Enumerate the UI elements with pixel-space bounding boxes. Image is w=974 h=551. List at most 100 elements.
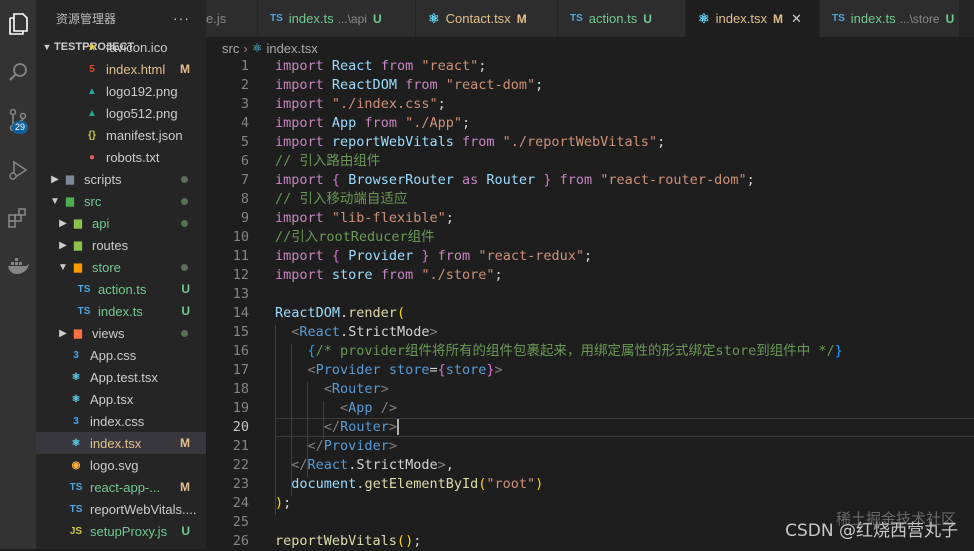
code-line[interactable]: 3 import "./index.css";	[206, 95, 974, 114]
file-item[interactable]: 5 index.html M	[36, 58, 206, 80]
code-line[interactable]: 8 // 引入移动端自适应	[206, 190, 974, 209]
typescript-icon: TS	[77, 283, 91, 295]
file-tree: ★ favicon.ico 5 index.html M ▲ logo192.png ▲ log…	[36, 40, 206, 542]
line-number: 6	[240, 153, 249, 169]
explorer-title: 资源管理器	[56, 11, 117, 26]
file-item[interactable]: JS setupProxy.js U	[36, 520, 206, 542]
chevron-right-icon[interactable]: ▶	[56, 218, 70, 229]
react-icon: ⚛	[251, 41, 263, 55]
code-line[interactable]: 20 </Router>	[206, 418, 974, 437]
tree-item-label: robots.txt	[106, 149, 160, 165]
tree-item-label: App.tsx	[90, 391, 134, 407]
code-line[interactable]: 17 <Provider store={store}>	[206, 361, 974, 380]
source-control-icon[interactable]	[0, 100, 36, 140]
code-line[interactable]: 19 <App />	[206, 399, 974, 418]
editor-tab[interactable]: ⚛ index.tsx M ✕	[686, 0, 820, 37]
tree-item-label: logo.svg	[90, 457, 139, 473]
breadcrumb-file[interactable]: index.tsx	[266, 41, 317, 56]
file-item[interactable]: 3 index.css	[36, 410, 206, 432]
code-text: <App />	[340, 400, 397, 416]
file-item[interactable]: ⚛ App.test.tsx	[36, 366, 206, 388]
file-item[interactable]: 3 App.css	[36, 344, 206, 366]
code-line[interactable]: 5 import reportWebVitals from "./reportWe…	[206, 133, 974, 152]
editor-tab[interactable]: TS index.ts ...\api U	[258, 0, 416, 37]
chevron-right-icon[interactable]: ▶	[56, 328, 70, 339]
folder-item[interactable]: ▶ ▆ scripts	[36, 168, 206, 190]
file-item[interactable]: ⚛ App.tsx	[36, 388, 206, 410]
file-item[interactable]: TS index.ts U	[36, 300, 206, 322]
chevron-right-icon[interactable]: ▶	[48, 174, 62, 185]
docker-icon[interactable]	[0, 246, 36, 286]
code-line[interactable]: 9 import "lib-flexible";	[206, 209, 974, 228]
editor-tab[interactable]: TS action.ts U	[558, 0, 686, 37]
tree-item-label: favicon.ico	[106, 39, 168, 55]
code-line[interactable]: 10 //引入rootReducer组件	[206, 228, 974, 247]
explorer-header: 资源管理器 ···	[36, 0, 206, 36]
code-line[interactable]: 2 import ReactDOM from "react-dom";	[206, 76, 974, 95]
chevron-right-icon[interactable]: ▶	[56, 240, 70, 251]
code-line[interactable]: 12 import store from "./store";	[206, 266, 974, 285]
editor-tab[interactable]: ⚛ Contact.tsx M	[416, 0, 558, 37]
folder-item[interactable]: ▼ ▆ src	[36, 190, 206, 212]
code-line[interactable]: 11 import { Provider } from "react-redux"…	[206, 247, 974, 266]
file-item[interactable]: {} manifest.json	[36, 124, 206, 146]
extensions-icon[interactable]	[0, 198, 36, 238]
file-item[interactable]: ● robots.txt	[36, 146, 206, 168]
code-line[interactable]: 15 <React.StrictMode>	[206, 323, 974, 342]
star-icon: ★	[87, 41, 97, 53]
search-icon[interactable]	[0, 52, 36, 92]
file-item[interactable]: TS action.ts U	[36, 278, 206, 300]
folder-icon: ▆	[74, 327, 82, 339]
editor-tab[interactable]: TS index.ts ...\store U	[820, 0, 960, 37]
folder-item[interactable]: ▶ ▆ views	[36, 322, 206, 344]
folder-item[interactable]: ▶ ▆ api	[36, 212, 206, 234]
file-item[interactable]: ▲ logo192.png	[36, 80, 206, 102]
code-line[interactable]: 6 // 引入路由组件	[206, 152, 974, 171]
code-line[interactable]: 1 import React from "react";	[206, 57, 974, 76]
file-item[interactable]: ★ favicon.ico	[36, 36, 206, 58]
folder-icon: ▆	[74, 217, 82, 229]
tab-path: ...\api	[337, 11, 367, 26]
typescript-icon: TS	[570, 13, 583, 24]
file-item[interactable]: ◉ logo.svg	[36, 454, 206, 476]
folder-item[interactable]: ▶ ▆ routes	[36, 234, 206, 256]
svg-icon: ◉	[71, 459, 81, 471]
more-actions-icon[interactable]: ···	[173, 10, 190, 26]
line-number: 4	[240, 115, 249, 131]
editor-tab[interactable]: e.js	[206, 0, 258, 37]
code-line[interactable]: 13	[206, 285, 974, 304]
code-line[interactable]: 22 </React.StrictMode>,	[206, 456, 974, 475]
code-line[interactable]: 16 {/* provider组件将所有的组件包裹起来，用绑定属性的形式绑定st…	[206, 342, 974, 361]
close-icon[interactable]: ✕	[791, 11, 802, 27]
chevron-down-icon[interactable]: ▼	[48, 196, 62, 207]
code-line[interactable]: 23 document.getElementById("root")	[206, 475, 974, 494]
git-status-badge: M	[180, 436, 190, 450]
folder-icon: ▆	[74, 261, 82, 273]
code-line[interactable]: 14 ReactDOM.render(	[206, 304, 974, 323]
breadcrumb-folder[interactable]: src	[222, 41, 239, 56]
code-text: import { BrowserRouter as Router } from …	[275, 172, 755, 188]
line-number: 8	[240, 191, 249, 207]
file-item[interactable]: TS reportWebVitals....	[36, 498, 206, 520]
tab-path: ...\store	[899, 11, 940, 26]
file-item[interactable]: ⚛ index.tsx M	[36, 432, 206, 454]
code-line[interactable]: 7 import { BrowserRouter as Router } from…	[206, 171, 974, 190]
tab-label: index.ts	[850, 11, 896, 26]
line-number: 21	[232, 438, 249, 454]
explorer-icon[interactable]	[0, 4, 36, 44]
code-text: // 引入路由组件	[275, 153, 381, 169]
tree-item-label: manifest.json	[106, 127, 183, 143]
file-item[interactable]: ▲ logo512.png	[36, 102, 206, 124]
folder-item[interactable]: ▼ ▆ store	[36, 256, 206, 278]
git-status-dot	[181, 176, 188, 183]
chevron-down-icon[interactable]: ▼	[56, 262, 70, 273]
code-line[interactable]: 21 </Provider>	[206, 437, 974, 456]
git-status-dot	[181, 264, 188, 271]
code-text: <React.StrictMode>	[291, 324, 438, 340]
line-number: 12	[232, 267, 249, 283]
code-line[interactable]: 18 <Router>	[206, 380, 974, 399]
code-editor[interactable]: 1 import React from "react"; 2 import React…	[206, 57, 974, 549]
file-item[interactable]: TS react-app-... M	[36, 476, 206, 498]
code-line[interactable]: 4 import App from "./App";	[206, 114, 974, 133]
run-debug-icon[interactable]	[0, 150, 36, 190]
